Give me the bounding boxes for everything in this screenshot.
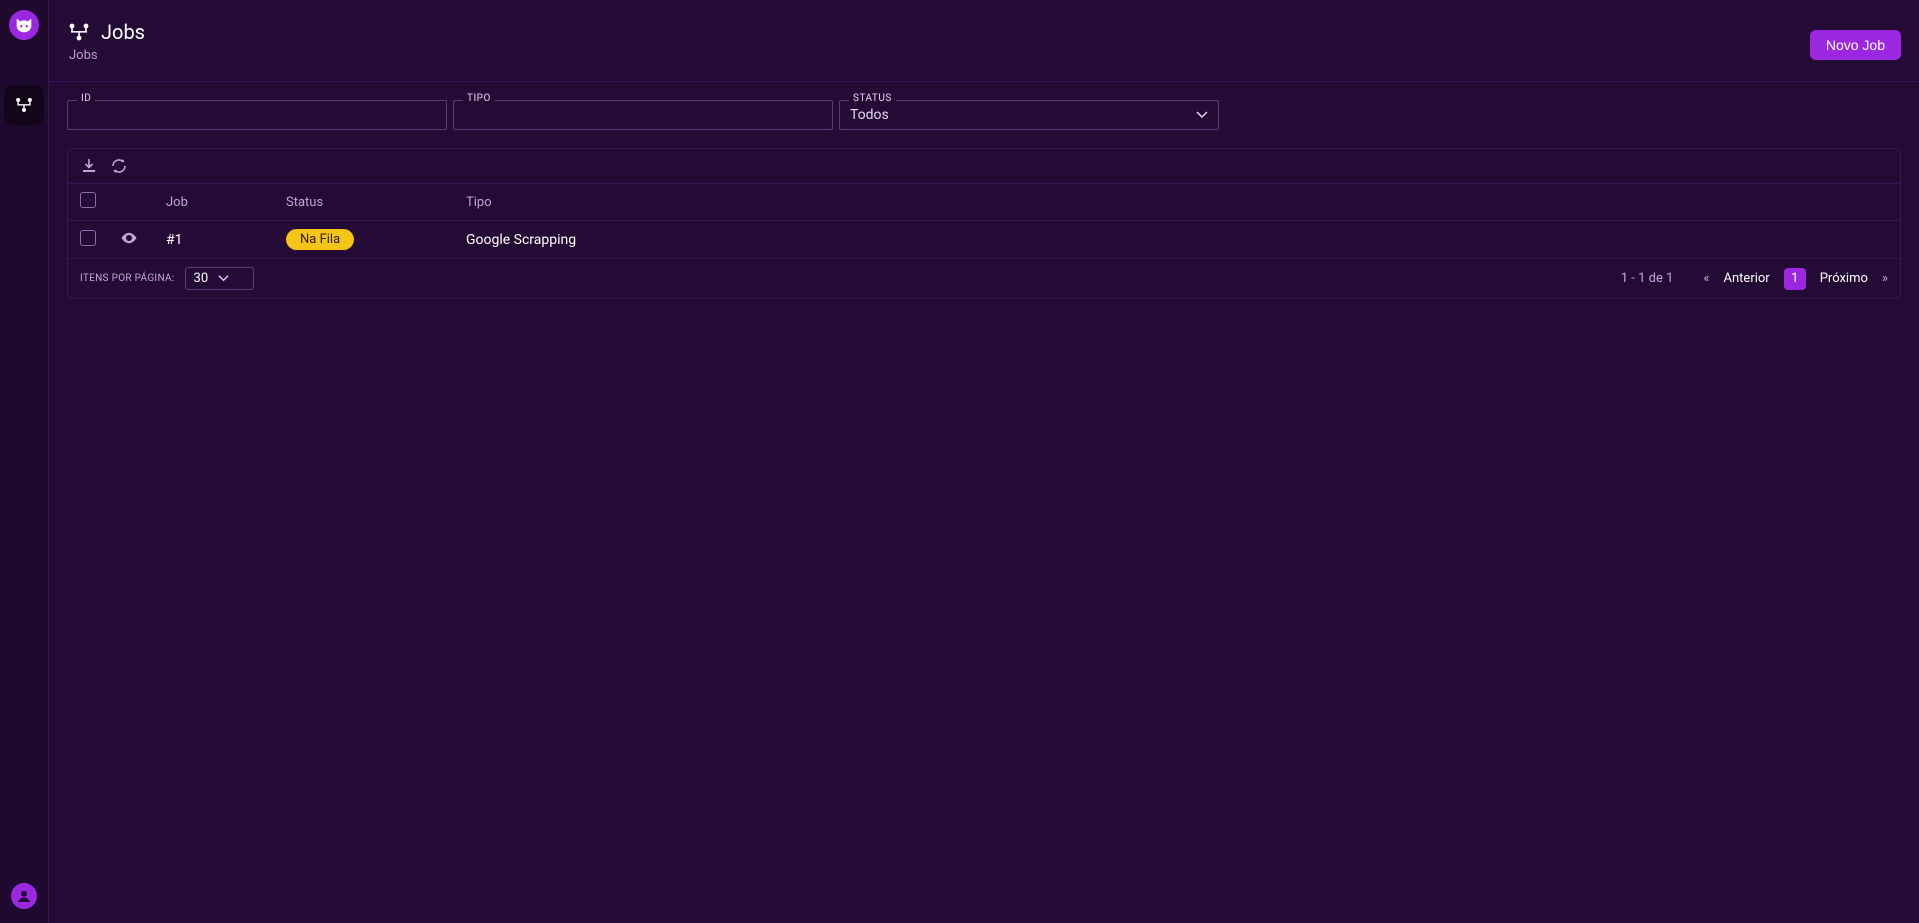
nodes-icon	[67, 22, 91, 42]
app-logo[interactable]	[9, 10, 39, 40]
table-footer: ITENS POR PÁGINA: 30 1 - 1 de 1 « Anteri…	[68, 258, 1900, 298]
cat-face-icon	[13, 14, 35, 36]
filter-id-label: ID	[77, 93, 95, 104]
download-button[interactable]	[80, 157, 98, 175]
sidebar-item-jobs[interactable]	[4, 85, 44, 125]
table-header-row: Job Status Tipo	[68, 184, 1900, 221]
first-page-button[interactable]: «	[1703, 271, 1709, 286]
breadcrumb[interactable]: Jobs	[69, 48, 1901, 63]
header: Jobs Jobs Novo Job	[49, 0, 1919, 82]
new-job-button[interactable]: Novo Job	[1810, 30, 1901, 60]
filter-id-field: ID	[67, 100, 447, 130]
status-badge: Na Fila	[286, 229, 354, 250]
table-toolbar	[68, 149, 1900, 183]
pagination-range: 1 - 1 de 1	[1621, 271, 1674, 286]
person-icon	[15, 887, 33, 905]
table-row[interactable]: #1 Na Fila Google Scrapping	[68, 221, 1900, 259]
filters: ID TIPO STATUS Todos	[67, 100, 1901, 130]
sidebar-bottom	[11, 883, 37, 909]
select-all-checkbox[interactable]	[80, 192, 96, 208]
jobs-card: Job Status Tipo	[67, 148, 1901, 299]
refresh-button[interactable]	[110, 157, 128, 175]
col-tipo[interactable]: Tipo	[454, 184, 1900, 221]
chevron-down-icon	[1196, 109, 1208, 121]
filter-status-field: STATUS Todos	[839, 100, 1219, 130]
items-per-page-label: ITENS POR PÁGINA:	[80, 273, 175, 284]
last-page-button[interactable]: »	[1882, 271, 1888, 286]
col-job[interactable]: Job	[154, 184, 274, 221]
filter-tipo-label: TIPO	[463, 93, 495, 104]
current-page[interactable]: 1	[1784, 268, 1806, 290]
nodes-icon	[14, 96, 34, 114]
items-per-page-value: 30	[194, 271, 209, 286]
user-avatar[interactable]	[11, 883, 37, 909]
next-page-button[interactable]: Próximo	[1816, 269, 1872, 288]
filter-id-input[interactable]	[67, 100, 447, 130]
filter-status-value: Todos	[850, 107, 889, 123]
items-per-page-select[interactable]: 30	[185, 267, 255, 290]
filter-status-label: STATUS	[849, 93, 896, 104]
row-checkbox[interactable]	[80, 230, 96, 246]
chevron-down-icon	[218, 273, 229, 284]
cell-job: #1	[154, 221, 274, 259]
refresh-icon	[111, 158, 127, 174]
download-icon	[81, 158, 97, 174]
pager: « Anterior 1 Próximo »	[1703, 268, 1888, 290]
filter-tipo-input[interactable]	[453, 100, 833, 130]
prev-page-button[interactable]: Anterior	[1720, 269, 1774, 288]
filter-status-select[interactable]: Todos	[839, 100, 1219, 130]
jobs-table: Job Status Tipo	[68, 183, 1900, 258]
main: Jobs Jobs Novo Job ID TIPO STATUS Todos	[48, 0, 1919, 923]
eye-icon	[120, 230, 138, 246]
cell-tipo: Google Scrapping	[454, 221, 1900, 259]
filter-tipo-field: TIPO	[453, 100, 833, 130]
content: ID TIPO STATUS Todos	[49, 82, 1919, 317]
sidebar	[0, 0, 48, 923]
page-title: Jobs	[67, 20, 1901, 44]
col-status[interactable]: Status	[274, 184, 454, 221]
view-row-button[interactable]	[120, 229, 138, 247]
page-title-text: Jobs	[101, 20, 145, 44]
